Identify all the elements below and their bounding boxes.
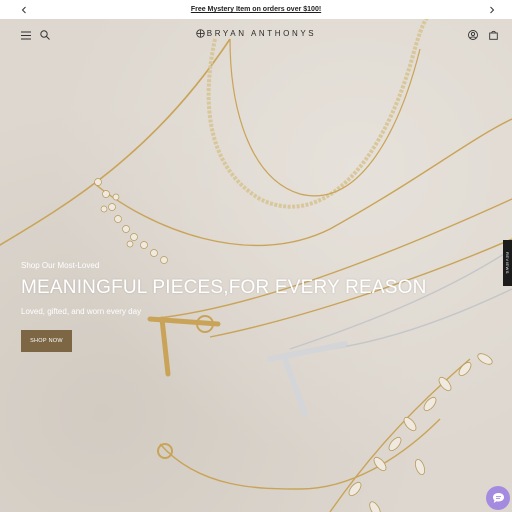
reviews-side-tab[interactable]: REVIEWS bbox=[503, 240, 512, 286]
chevron-right-icon bbox=[490, 6, 495, 13]
logo-mark-icon bbox=[196, 29, 205, 39]
hero-title: MEANINGFUL PIECES,FOR EVERY REASON bbox=[21, 277, 427, 298]
chat-icon bbox=[492, 493, 504, 503]
chevron-left-icon bbox=[21, 6, 26, 13]
logo-text: BRYAN ANTHONYS bbox=[206, 29, 317, 38]
reviews-tab-label: REVIEWS bbox=[505, 252, 510, 274]
announcement-link[interactable]: Free Mystery Item on orders over $100! bbox=[191, 6, 321, 13]
cart-icon bbox=[488, 30, 498, 40]
shop-now-button[interactable]: SHOP NOW bbox=[21, 330, 72, 352]
cart-button[interactable] bbox=[485, 27, 501, 43]
hero-banner: Shop Our Most-Loved MEANINGFUL PIECES,FO… bbox=[0, 19, 512, 512]
brand-logo[interactable]: BRYAN ANTHONYS bbox=[0, 29, 512, 39]
announcement-prev-button[interactable] bbox=[14, 0, 34, 19]
announcement-bar: Free Mystery Item on orders over $100! bbox=[0, 0, 512, 19]
account-button[interactable] bbox=[465, 27, 481, 43]
account-icon bbox=[468, 30, 478, 40]
hero-eyebrow: Shop Our Most-Loved bbox=[21, 261, 100, 270]
site-header: BRYAN ANTHONYS bbox=[0, 19, 512, 52]
hero-description: Loved, gifted, and worn every day bbox=[21, 307, 142, 316]
chat-button[interactable] bbox=[486, 486, 510, 510]
announcement-next-button[interactable] bbox=[482, 0, 502, 19]
